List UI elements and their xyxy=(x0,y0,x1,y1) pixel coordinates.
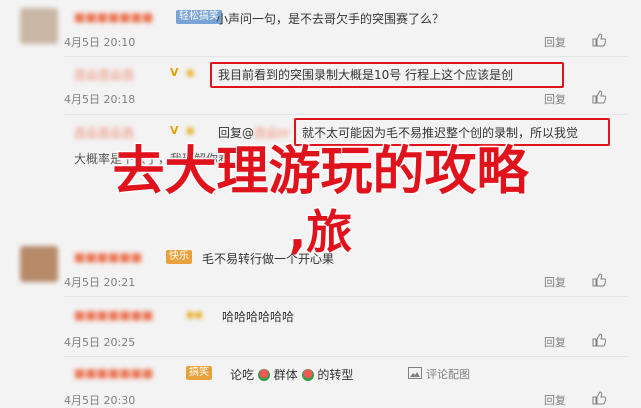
user-badge: 快乐 xyxy=(166,250,192,264)
reply-button[interactable]: 回复 xyxy=(544,91,566,107)
comment-7: ■■■■■■■ 搞笑 论吃 群体 的转型 评论配图 4月5日 20:30 回复 xyxy=(0,358,641,408)
reply-button[interactable]: 回复 xyxy=(544,392,566,408)
comment-text-part-2: 群体 xyxy=(273,368,298,382)
reply-button[interactable]: 回复 xyxy=(544,34,566,50)
reply-prefix: 回复@吕云ɪʏ xyxy=(218,124,290,141)
username[interactable]: ■■■■■■ xyxy=(74,250,142,264)
comment-text: 我目前看到的突围录制大概是10号 行程上这个应该是创 xyxy=(218,68,514,82)
like-icon[interactable] xyxy=(592,90,606,104)
like-icon[interactable] xyxy=(592,273,606,287)
comment-2: 吕云吕云吕 V ◆ 我目前看到的突围录制大概是10号 行程上这个应该是创 4月5… xyxy=(0,58,641,110)
username[interactable]: ■■■■■■■ xyxy=(74,10,153,24)
comment-text: 小声问一句，是不去哥欠手的突围赛了么？ xyxy=(216,12,445,26)
comment-text: 毛不易转行做一个开心果 xyxy=(202,252,335,266)
divider xyxy=(64,114,627,115)
reply-button[interactable]: 回复 xyxy=(544,334,566,350)
comment-date: 4月5日 20:30 xyxy=(64,394,136,407)
comment-text: 论吃 群体 的转型 xyxy=(230,366,353,383)
vip-icon: V xyxy=(170,124,179,137)
image-link[interactable]: 评论配图 xyxy=(426,366,470,382)
divider xyxy=(64,296,627,297)
username[interactable]: 吕云吕云吕 xyxy=(74,66,134,83)
level-icon: ◆ xyxy=(186,124,195,137)
overlay-title: 去大理游玩的攻略 xyxy=(112,142,529,202)
mention[interactable]: 吕云ɪʏ xyxy=(254,126,290,140)
username[interactable]: ■■■■■■■ xyxy=(74,366,153,380)
level-icon: ◆ xyxy=(186,66,195,79)
avatar[interactable] xyxy=(20,8,58,44)
divider xyxy=(64,56,627,57)
comment-6: ■■■■■■■ ◆◆ 哈哈哈哈哈哈 4月5日 20:25 回复 xyxy=(0,300,641,352)
comment-date: 4月5日 20:18 xyxy=(64,93,136,106)
comment-date: 4月5日 20:21 xyxy=(64,276,136,289)
username[interactable]: 吕云吕云吕 xyxy=(74,124,134,141)
comment-1: ■■■■■■■ 轻松搞笑 小声问一句，是不去哥欠手的突围赛了么？ 4月5日 20… xyxy=(0,0,641,52)
like-icon[interactable] xyxy=(592,333,606,347)
vip-icon: V xyxy=(170,66,179,79)
reply-button[interactable]: 回复 xyxy=(544,274,566,290)
like-icon[interactable] xyxy=(592,391,606,405)
like-icon[interactable] xyxy=(592,33,606,47)
watermelon-icon xyxy=(301,369,314,381)
comment-text: 哈哈哈哈哈哈 xyxy=(222,310,295,324)
divider xyxy=(64,356,627,357)
comment-date: 4月5日 20:25 xyxy=(64,336,136,349)
user-badge: 搞笑 xyxy=(186,366,212,380)
comment-text-part-1: 论吃 xyxy=(230,368,255,382)
comment-5: ■■■■■■ 快乐 毛不易转行做一个开心果 4月5日 20:21 回复 xyxy=(0,240,641,292)
watermelon-icon xyxy=(257,369,270,381)
username[interactable]: ■■■■■■■ xyxy=(74,308,153,322)
level-icon: ◆◆ xyxy=(186,308,203,321)
reply-prefix-text: 回复@ xyxy=(218,126,255,140)
avatar[interactable] xyxy=(20,246,58,282)
comment-text-part-3: 的转型 xyxy=(317,368,354,382)
comment-date: 4月5日 20:10 xyxy=(64,36,136,49)
image-icon[interactable] xyxy=(408,367,422,379)
comment-text: 就不太可能因为毛不易推迟整个创的录制，所以我觉 xyxy=(302,126,579,140)
